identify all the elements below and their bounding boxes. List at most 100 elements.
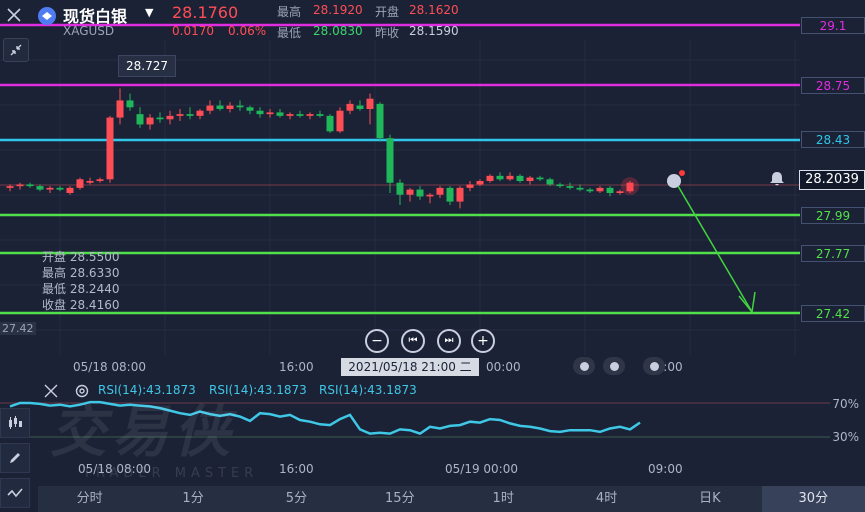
candle-body [226,105,234,109]
plus-icon: + [477,333,489,349]
tab-timeline[interactable]: 分时 [38,486,141,512]
rsi-time-label: 05/18 08:00 [78,462,151,476]
indicator-toggle-3[interactable] [643,357,665,375]
candle-body [476,181,484,185]
rsi-time-label: 05/19 00:00 [445,462,518,476]
zoom-in-button[interactable]: + [471,329,495,353]
candle-body [346,103,354,111]
candle-body [486,175,494,181]
zoom-out-button[interactable]: − [365,329,389,353]
symbol-code: XAGUSD [63,24,115,38]
ohlc-info: 开盘 28.5500 最高 28.6330 最低 28.2440 收盘 28.4… [42,249,119,313]
prev-close-value: 28.1590 [409,24,459,38]
candle-body [536,177,544,180]
last-candle-glow [621,177,639,196]
collapse-button[interactable] [3,38,29,62]
info-marker-icon [667,174,681,188]
pencil-icon [10,453,20,463]
rsi-close-button[interactable] [44,383,58,398]
ohlc-low: 28.2440 [69,282,120,296]
candle-body [56,187,64,190]
candlestick-icon [9,416,22,429]
candle-body [196,110,204,116]
symbol-dropdown-icon[interactable]: ▼ [145,6,153,19]
ohlc-high-label: 最高 [42,266,67,280]
tab-30min[interactable]: 30分 [761,486,865,512]
candle-body [66,187,74,193]
candle-body [296,114,304,116]
tab-1hour[interactable]: 1时 [452,486,555,512]
candle-body [76,179,84,188]
candle-body [526,177,534,181]
rsi-level-30: 30% [832,430,859,444]
candle-style-button[interactable] [0,408,30,438]
candle-body [516,175,524,181]
rsi-time-label: 16:00 [279,462,314,476]
candle-body [146,117,154,125]
candle-body [586,189,594,192]
timeframe-tabs: 分时 1分 5分 15分 1时 4时 日K 30分 [38,486,865,512]
indicator-toggle-1[interactable] [573,357,595,375]
candle-body [236,105,244,108]
indicator-toggle-2[interactable] [603,357,625,375]
open-value: 28.1620 [409,3,459,17]
draw-tool-button[interactable] [0,443,30,473]
candle-body [186,114,194,116]
tab-4hour[interactable]: 4时 [555,486,658,512]
candle-body [386,138,394,183]
candle-body [106,117,114,180]
candle-body [496,175,504,180]
chart-app: 现货白银 ▼ XAGUSD 28.1760 0.0170 0.06% 最高 28… [0,0,865,512]
scroll-end-button[interactable]: ⏭ [437,329,461,353]
rsi-settings-button[interactable] [74,383,90,399]
candle-body [616,191,624,193]
tab-daily[interactable]: 日K [658,486,761,512]
gear-icon [75,384,89,398]
close-button[interactable] [0,2,28,28]
price-alert-button[interactable] [767,170,787,188]
candle-body [126,100,134,108]
candle-body [596,187,604,192]
candle-body [26,184,34,187]
line-chart-icon [7,488,23,498]
candle-body [356,105,364,109]
candle-body [576,187,584,190]
rsi-level-70: 70% [832,397,859,411]
candle-body [156,117,164,120]
candle-body [436,187,444,195]
symbol-logo-icon [38,7,56,25]
candle-body [266,112,274,115]
candle-body [546,179,554,185]
level-tag-28-43: 28.43 [801,131,865,148]
candle-body [566,186,574,188]
candle-body [96,179,104,181]
indicator-button[interactable] [0,478,30,508]
candle-body [46,187,54,190]
candle-body [506,175,514,180]
last-price: 28.1760 [172,3,239,22]
dot-icon [649,361,659,371]
high-value: 28.1920 [313,3,363,17]
candle-body [276,112,284,116]
price-change: 0.0170 [172,24,214,38]
rsi-value-label: RSI(14):43.1873 [98,383,196,397]
scroll-start-button[interactable]: ⏮ [401,329,425,353]
candle-body [246,107,254,111]
time-label: 05/18 08:00 [73,360,146,374]
candle-body [326,115,334,132]
candle-body [16,184,24,187]
ohlc-close-label: 收盘 [42,298,67,312]
dot-icon [579,361,589,371]
current-price-tag: 28.2039 [799,170,865,190]
low-value: 28.0830 [313,24,363,38]
tab-15min[interactable]: 15分 [348,486,451,512]
dot-icon [609,361,619,371]
tab-5min[interactable]: 5分 [245,486,348,512]
candle-body [316,114,324,116]
candle-body [6,186,14,188]
tab-1min[interactable]: 1分 [141,486,244,512]
candle-body [206,105,214,111]
candle-body [136,114,144,125]
level-tag-27-77: 27.77 [801,245,865,262]
prev-close-label: 昨收 [375,26,400,40]
